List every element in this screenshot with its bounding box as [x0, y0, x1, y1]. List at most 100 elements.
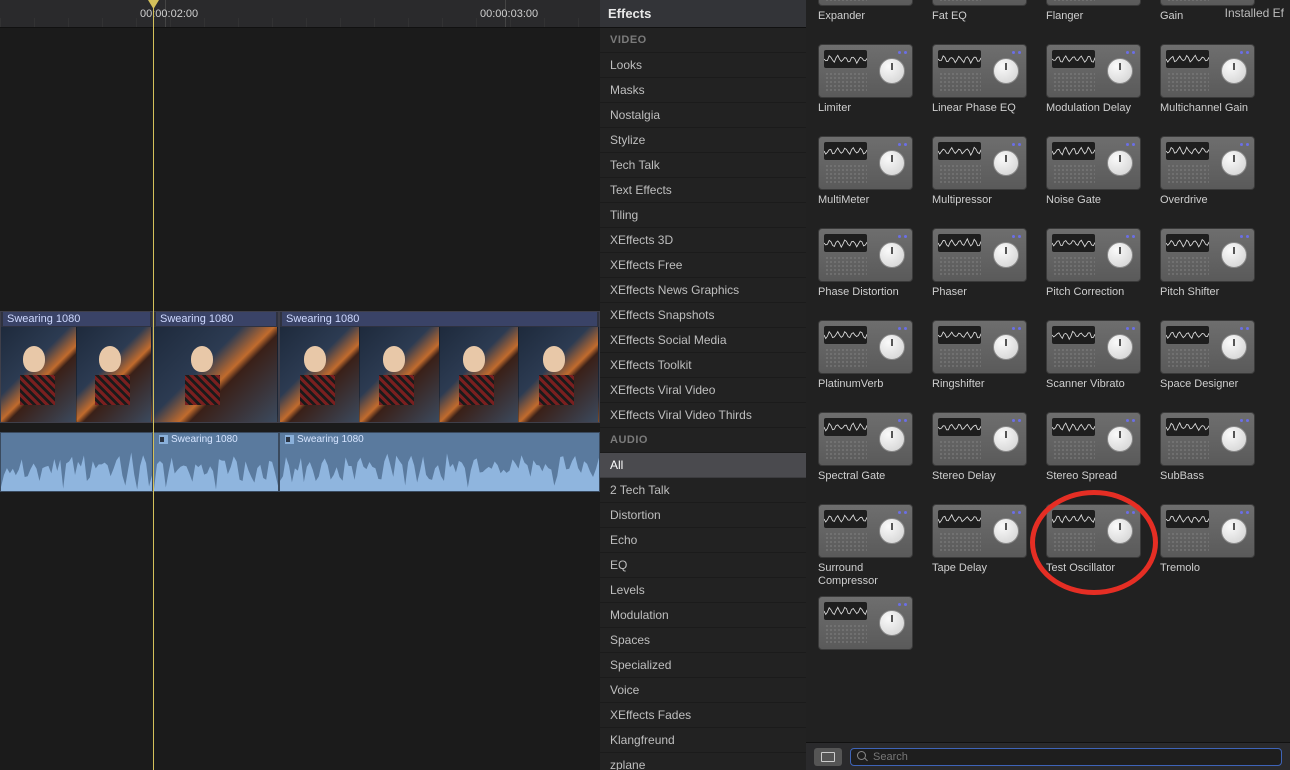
effect-thumbnail[interactable] [1160, 504, 1255, 558]
effect-thumbnail[interactable] [818, 44, 913, 98]
effect-item[interactable]: Noise Gate [1046, 136, 1146, 220]
effect-thumbnail[interactable] [1160, 228, 1255, 282]
category-item[interactable]: Masks [600, 78, 806, 103]
category-item[interactable]: Voice [600, 678, 806, 703]
effect-item[interactable]: Test Oscillator [1046, 504, 1146, 588]
category-item[interactable]: Echo [600, 528, 806, 553]
effect-item[interactable]: Tape Delay [932, 504, 1032, 588]
effect-item[interactable]: Linear Phase EQ [932, 44, 1032, 128]
category-item[interactable]: Modulation [600, 603, 806, 628]
category-item[interactable]: 2 Tech Talk [600, 478, 806, 503]
effect-item[interactable]: Space Designer [1160, 320, 1260, 404]
effect-thumbnail[interactable] [1160, 44, 1255, 98]
effect-thumbnail[interactable] [1160, 320, 1255, 374]
effect-thumbnail[interactable] [932, 412, 1027, 466]
timeline-ruler[interactable]: 00:00:02:0000:00:03:00 [0, 0, 600, 28]
category-item[interactable]: XEffects Snapshots [600, 303, 806, 328]
effect-thumbnail[interactable] [1046, 228, 1141, 282]
effect-item[interactable]: Ringshifter [932, 320, 1032, 404]
effect-item[interactable]: Fat EQ [932, 6, 1032, 36]
effect-thumbnail[interactable] [932, 228, 1027, 282]
effect-thumbnail[interactable] [818, 320, 913, 374]
effect-item[interactable]: PlatinumVerb [818, 320, 918, 404]
category-item[interactable]: Tech Talk [600, 153, 806, 178]
effect-item[interactable]: Pitch Correction [1046, 228, 1146, 312]
effect-thumbnail[interactable] [1046, 0, 1141, 6]
effect-item[interactable]: Surround Compressor [818, 504, 918, 588]
audio-clip[interactable] [0, 432, 153, 492]
effect-item[interactable] [818, 596, 918, 680]
effect-item[interactable]: Scanner Vibrato [1046, 320, 1146, 404]
category-item[interactable]: Spaces [600, 628, 806, 653]
effect-thumbnail[interactable] [1160, 0, 1255, 6]
effect-thumbnail[interactable] [1046, 44, 1141, 98]
category-item[interactable]: XEffects Fades [600, 703, 806, 728]
thumbnail-toggle-button[interactable] [814, 748, 842, 766]
effect-thumbnail[interactable] [818, 0, 913, 6]
effect-thumbnail[interactable] [932, 44, 1027, 98]
audio-clip[interactable]: Swearing 1080 [279, 432, 600, 492]
effect-item[interactable]: Flanger [1046, 6, 1146, 36]
category-item[interactable]: EQ [600, 553, 806, 578]
effect-item[interactable]: Overdrive [1160, 136, 1260, 220]
effect-thumbnail[interactable] [1160, 136, 1255, 190]
category-item[interactable]: XEffects News Graphics [600, 278, 806, 303]
category-item[interactable]: All [600, 453, 806, 478]
category-item[interactable]: XEffects Viral Video [600, 378, 806, 403]
effect-item[interactable]: Pitch Shifter [1160, 228, 1260, 312]
effect-item[interactable]: Modulation Delay [1046, 44, 1146, 128]
effect-thumbnail[interactable] [1046, 412, 1141, 466]
effect-item[interactable]: SubBass [1160, 412, 1260, 496]
effect-item[interactable]: Phaser [932, 228, 1032, 312]
category-item[interactable]: XEffects Viral Video Thirds [600, 403, 806, 428]
effect-item[interactable]: Phase Distortion [818, 228, 918, 312]
effect-item[interactable]: Stereo Delay [932, 412, 1032, 496]
effect-item[interactable]: Tremolo [1160, 504, 1260, 588]
category-item[interactable]: Distortion [600, 503, 806, 528]
audio-clip[interactable]: Swearing 1080 [153, 432, 279, 492]
effect-thumbnail[interactable] [1046, 504, 1141, 558]
effect-item[interactable]: Stereo Spread [1046, 412, 1146, 496]
category-item[interactable]: XEffects Free [600, 253, 806, 278]
effect-item[interactable]: MultiMeter [818, 136, 918, 220]
video-clip[interactable]: Swearing 1080 [279, 311, 600, 423]
category-item[interactable]: Specialized [600, 653, 806, 678]
effect-item[interactable]: Multipressor [932, 136, 1032, 220]
effect-item[interactable]: Expander [818, 6, 918, 36]
category-item[interactable]: XEffects Toolkit [600, 353, 806, 378]
category-item[interactable]: zplane [600, 753, 806, 770]
effect-thumbnail[interactable] [1160, 412, 1255, 466]
effect-thumbnail[interactable] [818, 136, 913, 190]
effect-thumbnail[interactable] [932, 320, 1027, 374]
category-item[interactable]: Looks [600, 53, 806, 78]
effect-item[interactable]: Limiter [818, 44, 918, 128]
playhead[interactable] [153, 0, 154, 770]
effect-thumbnail[interactable] [818, 228, 913, 282]
effect-thumbnail[interactable] [818, 412, 913, 466]
category-item[interactable]: Nostalgia [600, 103, 806, 128]
category-item[interactable]: Stylize [600, 128, 806, 153]
search-field-wrapper[interactable] [850, 748, 1282, 766]
timeline-body[interactable]: Swearing 1080Swearing 1080Swearing 1080 … [0, 28, 600, 770]
effect-thumbnail[interactable] [932, 0, 1027, 6]
category-item[interactable]: Levels [600, 578, 806, 603]
effect-thumbnail[interactable] [932, 504, 1027, 558]
video-clip[interactable]: Swearing 1080 [0, 311, 153, 423]
video-clip[interactable]: Swearing 1080 [153, 311, 279, 423]
search-input[interactable] [873, 751, 1275, 763]
effects-grid[interactable]: ExpanderFat EQFlangerGainLimiterLinear P… [806, 0, 1290, 742]
category-item[interactable]: XEffects 3D [600, 228, 806, 253]
category-item[interactable]: Tiling [600, 203, 806, 228]
category-item[interactable]: Text Effects [600, 178, 806, 203]
effect-thumbnail[interactable] [1046, 320, 1141, 374]
effect-thumbnail[interactable] [818, 504, 913, 558]
installed-effects-label[interactable]: Installed Ef [1219, 4, 1290, 22]
effect-thumbnail[interactable] [818, 596, 913, 650]
effect-thumbnail[interactable] [932, 136, 1027, 190]
effect-thumbnail[interactable] [1046, 136, 1141, 190]
category-item[interactable]: Klangfreund [600, 728, 806, 753]
effects-category-list[interactable]: VIDEOLooksMasksNostalgiaStylizeTech Talk… [600, 28, 806, 770]
category-item[interactable]: XEffects Social Media [600, 328, 806, 353]
effect-item[interactable]: Spectral Gate [818, 412, 918, 496]
effect-item[interactable]: Multichannel Gain [1160, 44, 1260, 128]
